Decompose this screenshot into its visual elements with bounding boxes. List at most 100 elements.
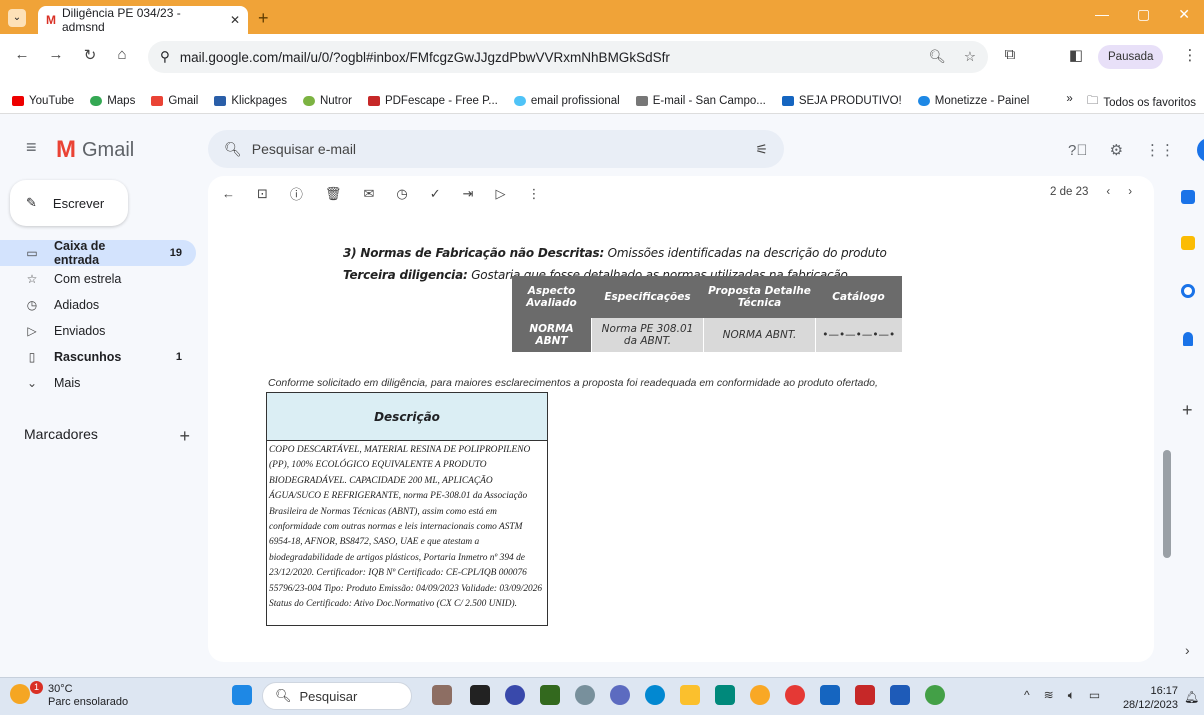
add-label-icon[interactable]: + [179, 426, 190, 447]
edge-icon[interactable] [645, 685, 665, 705]
bookmark-email-profissional[interactable]: email profissional [513, 95, 620, 107]
back-to-inbox-icon[interactable]: ← [222, 186, 235, 201]
weather-sun-icon[interactable] [10, 684, 30, 704]
calculator-icon[interactable] [715, 685, 735, 705]
app-icon[interactable] [540, 685, 560, 705]
get-addons-icon[interactable]: + [1182, 400, 1193, 421]
bookmark-monetizze[interactable]: Monetizze - Painel [917, 95, 1029, 107]
mark-unread-icon[interactable]: ✉ [363, 186, 374, 202]
widgets-icon[interactable] [432, 685, 452, 705]
sidebar-item-starred[interactable]: ☆ Com estrela [0, 266, 196, 292]
volume-icon[interactable]: 🔈︎ [1068, 688, 1075, 703]
minimize-icon[interactable]: — [1095, 6, 1109, 23]
main-menu-icon[interactable]: ≡ [26, 137, 37, 158]
bookmark-youtube[interactable]: YouTube [12, 95, 74, 107]
tab-search-icon[interactable]: ⌄ [8, 9, 26, 27]
weather-temp: 30°C [48, 683, 73, 695]
table-cell: NORMA ABNT. [703, 318, 816, 352]
sidebar-item-drafts[interactable]: ▯ Rascunhos 1 [0, 344, 196, 370]
settings-app-icon[interactable] [575, 685, 595, 705]
profile-button[interactable]: Pausada [1098, 45, 1164, 69]
table-cell: •—•—•—•—• [815, 318, 902, 352]
search-icon[interactable]: 🔍︎ [224, 141, 242, 158]
file-explorer-icon[interactable] [680, 685, 700, 705]
acrobat-icon[interactable] [855, 685, 875, 705]
more-bookmarks-icon[interactable]: » [1066, 93, 1072, 112]
bookmark-seja-produtivo[interactable]: SEJA PRODUTIVO! [781, 95, 902, 107]
newer-icon[interactable]: ‹ [1106, 186, 1110, 198]
forward-icon[interactable]: → [46, 46, 66, 63]
taskbar-search[interactable]: 🔍︎ Pesquisar [262, 682, 412, 710]
gmail-logo[interactable]: M Gmail [56, 136, 134, 164]
bookmark-maps[interactable]: Maps [90, 95, 135, 107]
clock-icon: ◷ [26, 298, 38, 312]
sidebar-item-snoozed[interactable]: ◷ Adiados [0, 292, 196, 318]
windows-start-icon[interactable] [232, 685, 252, 705]
search-options-icon[interactable]: ⚟ [755, 141, 768, 158]
site-info-icon[interactable]: ⚲ [160, 49, 170, 65]
battery-icon[interactable]: ▭ [1089, 688, 1100, 703]
description-text: COPO DESCARTÁVEL, MATERIAL RESINA DE POL… [269, 445, 543, 610]
chrome-profile-icon[interactable] [925, 685, 945, 705]
task-view-icon[interactable] [470, 685, 490, 705]
add-task-icon[interactable]: ✓ [430, 186, 441, 202]
settings-gear-icon[interactable]: ⚙ [1110, 141, 1123, 159]
chrome-icon[interactable] [750, 685, 770, 705]
address-bar[interactable]: ⚲ mail.google.com/mail/u/0/?ogbl#inbox/F… [148, 41, 988, 73]
calendar-icon[interactable] [1181, 190, 1195, 204]
move-to-icon[interactable]: ⇥ [463, 186, 474, 202]
store-icon[interactable] [820, 685, 840, 705]
browser-menu-icon[interactable]: ⋮ [1180, 46, 1200, 64]
app-icon[interactable] [610, 685, 630, 705]
label-icon[interactable]: ▷ [496, 186, 506, 202]
back-icon[interactable]: ← [12, 46, 32, 63]
snooze-icon[interactable]: ◷ [396, 186, 407, 202]
more-options-icon[interactable]: ⋮ [528, 186, 541, 202]
help-icon[interactable]: ?⃝ [1068, 142, 1088, 159]
chevron-up-icon[interactable]: ^ [1024, 688, 1030, 703]
close-tab-icon[interactable]: ✕ [230, 13, 240, 27]
sidebar-item-inbox[interactable]: ▭ Caixa de entrada 19 [0, 239, 196, 267]
close-window-icon[interactable]: ✕ [1178, 6, 1190, 23]
home-icon[interactable]: ⌂ [112, 46, 132, 63]
table-cell: Norma PE 308.01 da ABNT. [591, 318, 704, 352]
word-icon[interactable] [890, 685, 910, 705]
sidepanel-icon[interactable]: ◧ [1066, 46, 1086, 64]
system-tray: ^ ≋ 🔈︎ ▭ [1024, 688, 1100, 703]
sidebar-item-sent[interactable]: ▷ Enviados [0, 318, 196, 344]
tasks-icon[interactable] [1181, 284, 1195, 298]
sidebar-item-more[interactable]: ⌄ Mais [0, 370, 196, 396]
report-spam-icon[interactable]: ⓘ [290, 184, 303, 203]
search-input[interactable]: 🔍︎ Pesquisar e-mail ⚟ [208, 130, 784, 168]
chat-icon[interactable] [505, 685, 525, 705]
archive-icon[interactable]: ⊡ [257, 186, 268, 202]
scrollbar[interactable] [1163, 450, 1171, 558]
extensions-icon[interactable]: ⧉ [1000, 46, 1020, 63]
show-side-panel-icon[interactable]: › [1185, 642, 1190, 658]
description-header: Descrição [267, 393, 547, 441]
bookmark-email-san-campo[interactable]: E-mail - San Campo... [635, 95, 766, 107]
contacts-icon[interactable] [1183, 332, 1193, 346]
older-icon[interactable]: › [1128, 186, 1132, 198]
clock[interactable]: 16:17 28/12/2023 [1116, 684, 1178, 712]
browser-tab[interactable]: M Diligência PE 034/23 - admsnd ✕ [38, 6, 248, 34]
wifi-icon[interactable]: ≋ [1044, 688, 1054, 703]
weather-widget[interactable]: 30°C Parc ensolarado [48, 683, 128, 709]
zoom-icon[interactable]: 🔍︎ [929, 49, 946, 65]
apps-grid-icon[interactable]: ⋮⋮ [1145, 141, 1175, 159]
bookmark-klickpages[interactable]: Klickpages [214, 95, 287, 107]
reload-icon[interactable]: ↻ [80, 46, 100, 64]
maximize-icon[interactable]: ▢ [1137, 6, 1150, 23]
bookmark-gmail[interactable]: Gmail [151, 95, 198, 107]
app-icon[interactable] [785, 685, 805, 705]
delete-icon[interactable]: 🗑︎ [325, 186, 342, 202]
bookmark-nutror[interactable]: Nutror [302, 95, 352, 107]
notification-bell-icon[interactable]: 🔔︎ [1184, 690, 1199, 704]
new-tab-icon[interactable]: + [258, 8, 269, 29]
keep-icon[interactable] [1181, 236, 1195, 250]
bookmark-star-icon[interactable]: ☆ [964, 49, 976, 65]
bookmark-pdfescape[interactable]: PDFescape - Free P... [367, 95, 498, 107]
all-bookmarks-folder[interactable]: 🗀 Todos os favoritos [1087, 93, 1196, 112]
avatar[interactable]: S [1197, 138, 1204, 162]
compose-button[interactable]: ✎ Escrever [10, 180, 128, 226]
